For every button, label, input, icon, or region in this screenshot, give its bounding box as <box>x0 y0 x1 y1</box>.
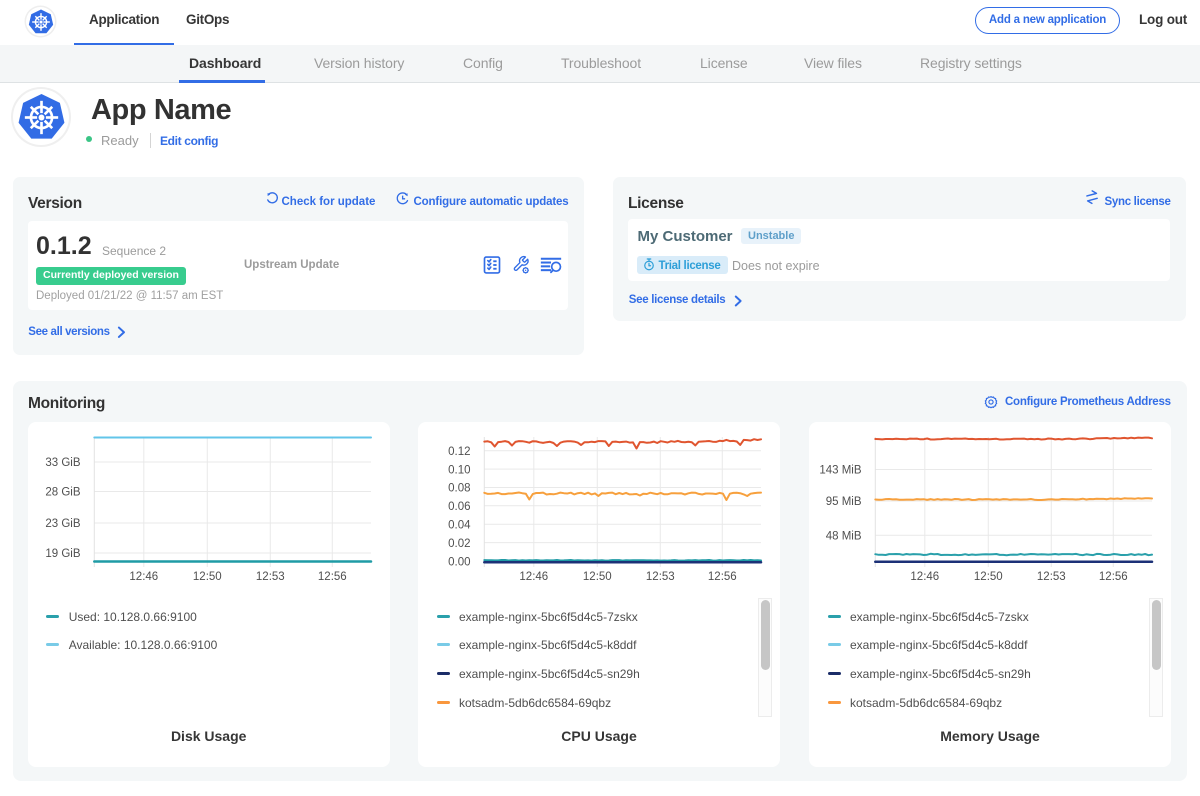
svg-text:12:53: 12:53 <box>646 571 675 583</box>
svg-text:12:50: 12:50 <box>193 571 222 583</box>
svg-text:12:53: 12:53 <box>1037 571 1066 583</box>
svg-text:0.00: 0.00 <box>448 557 470 569</box>
svg-text:12:46: 12:46 <box>519 571 548 583</box>
svg-text:12:53: 12:53 <box>256 571 285 583</box>
svg-text:12:50: 12:50 <box>583 571 612 583</box>
svg-text:0.12: 0.12 <box>448 446 470 458</box>
svg-text:12:56: 12:56 <box>1099 571 1128 583</box>
svg-text:12:46: 12:46 <box>910 571 939 583</box>
svg-text:23 GiB: 23 GiB <box>45 518 80 530</box>
svg-text:12:56: 12:56 <box>318 571 347 583</box>
svg-text:12:46: 12:46 <box>129 571 158 583</box>
svg-text:143 MiB: 143 MiB <box>819 465 862 477</box>
svg-text:48 MiB: 48 MiB <box>826 531 862 543</box>
svg-text:33 GiB: 33 GiB <box>45 457 80 469</box>
svg-text:0.06: 0.06 <box>448 501 470 513</box>
svg-text:95 MiB: 95 MiB <box>826 496 862 508</box>
svg-text:0.10: 0.10 <box>448 464 470 476</box>
svg-text:12:50: 12:50 <box>974 571 1003 583</box>
svg-text:0.02: 0.02 <box>448 538 470 550</box>
svg-text:19 GiB: 19 GiB <box>45 548 80 560</box>
svg-text:28 GiB: 28 GiB <box>45 487 80 499</box>
svg-text:12:56: 12:56 <box>708 571 737 583</box>
svg-text:0.04: 0.04 <box>448 519 471 531</box>
svg-text:0.08: 0.08 <box>448 483 470 495</box>
